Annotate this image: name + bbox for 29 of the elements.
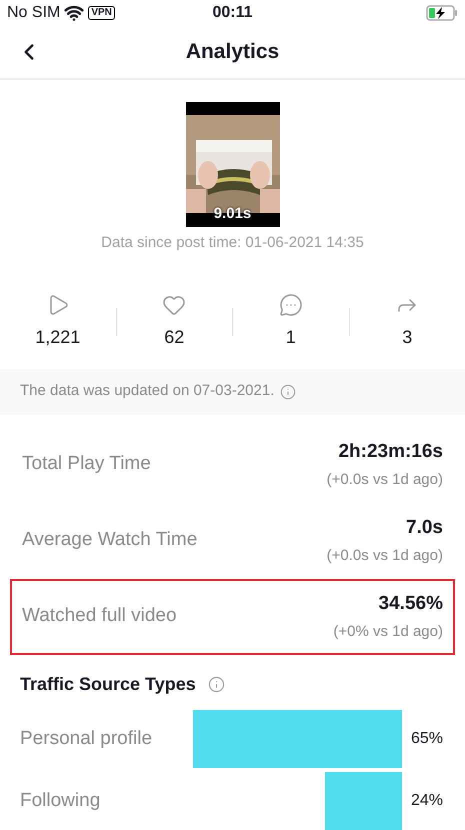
page-title: Analytics xyxy=(186,39,280,66)
percent-text: 24% xyxy=(410,790,444,810)
source-label: Following xyxy=(20,788,100,812)
post-time-text: Data since post time: 01-06-2021 14:35 xyxy=(101,233,364,253)
metric-change: (+0% vs 1d ago) xyxy=(333,622,443,642)
metric-value: 2h:23m:16s xyxy=(338,440,443,464)
carrier-text: No SIM xyxy=(7,3,60,23)
comment-icon xyxy=(278,292,303,316)
metric-label: Total Play Time xyxy=(22,452,151,476)
info-icon[interactable] xyxy=(208,676,225,692)
wifi-icon xyxy=(64,3,84,23)
vpn-badge: VPN xyxy=(88,6,115,20)
metric-label: Watched full video xyxy=(22,604,177,628)
metric-label: Average Watch Time xyxy=(22,528,198,552)
update-notice-text: The data was updated on 07-03-2021. xyxy=(20,381,274,402)
percent-text: 65% xyxy=(410,728,444,748)
metric-value: 34.56% xyxy=(378,592,443,616)
stat-count: 3 xyxy=(402,326,412,348)
source-label: Personal profile xyxy=(20,726,152,750)
metric-change: (+0.0s vs 1d ago) xyxy=(326,546,443,566)
section-heading: Traffic Source Types xyxy=(20,672,196,696)
stat-count: 1 xyxy=(286,326,296,348)
metric-change: (+0.0s vs 1d ago) xyxy=(326,470,443,490)
clock-text: 00:11 xyxy=(212,3,253,23)
battery-icon xyxy=(426,5,458,21)
metric-value: 7.0s xyxy=(406,516,443,540)
stat-count: 1,221 xyxy=(35,326,80,348)
info-icon[interactable] xyxy=(280,384,296,400)
stat-count: 62 xyxy=(164,326,184,348)
